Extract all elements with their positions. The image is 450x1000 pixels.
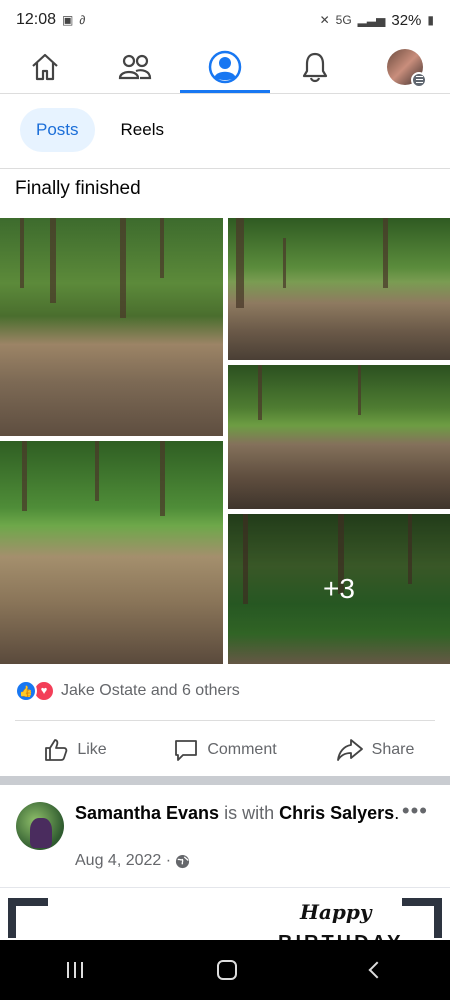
post-actions: Like Comment Share — [0, 728, 450, 772]
signal-icon: ▂▃▅ — [357, 13, 386, 27]
like-label: Like — [77, 741, 107, 758]
status-time: 12:08 — [16, 11, 57, 28]
share-label: Share — [371, 741, 415, 758]
reactions-text: Jake Ostate and 6 others — [61, 682, 240, 699]
comment-icon — [175, 740, 198, 761]
share-button[interactable]: Share — [300, 728, 450, 772]
post-photo-2[interactable] — [228, 218, 450, 360]
post-photo-1[interactable] — [0, 218, 223, 436]
bell-icon — [302, 52, 328, 82]
top-navigation — [0, 40, 450, 94]
share-icon — [336, 739, 363, 761]
post-text: Finally finished — [15, 178, 141, 199]
back-button[interactable] — [368, 961, 386, 979]
post-photo-4[interactable] — [0, 441, 223, 664]
nav-notifications[interactable] — [270, 40, 360, 93]
battery-icon: ▮ — [427, 13, 434, 27]
divider — [15, 720, 435, 721]
post-meta: Aug 4, 2022 · — [75, 852, 190, 870]
tagged-name[interactable]: Chris Salyers — [279, 803, 394, 823]
comment-button[interactable]: Comment — [150, 728, 300, 772]
reactions-summary[interactable]: 👍 ♥ Jake Ostate and 6 others — [15, 680, 240, 702]
post-photo-5[interactable]: +3 — [228, 514, 450, 664]
photo-grid: +3 — [0, 218, 450, 664]
system-nav-bar — [0, 940, 450, 1000]
friends-icon — [118, 54, 152, 79]
mute-icon: ✕ — [319, 13, 330, 27]
nav-home[interactable] — [0, 40, 90, 93]
nav-menu[interactable] — [360, 40, 450, 93]
more-options-button[interactable]: ••• — [402, 798, 428, 824]
post-photo-3[interactable] — [228, 365, 450, 509]
gallery-notification-icon: ▣ — [62, 13, 74, 27]
link-notification-icon: ∂ — [79, 13, 86, 27]
network-type: 5G — [335, 13, 352, 27]
nav-friends[interactable] — [90, 40, 180, 93]
frame-corner-right — [402, 898, 442, 938]
post-separator — [0, 776, 450, 785]
divider — [0, 168, 450, 169]
profile-icon — [208, 50, 242, 83]
tab-reels[interactable]: Reels — [105, 108, 180, 152]
image-text-birthday: BIRTHDAY — [278, 932, 404, 940]
author-name[interactable]: Samantha Evans — [75, 803, 219, 823]
like-button[interactable]: Like — [0, 728, 150, 772]
post-header: Samantha Evans is with Chris Salyers. — [75, 801, 405, 825]
header-period: . — [394, 803, 400, 823]
recents-button[interactable] — [67, 962, 83, 978]
battery-percent: 32% — [391, 11, 422, 29]
globe-icon — [176, 854, 190, 868]
post-2-image[interactable]: Happy BIRTHDAY — [0, 888, 450, 940]
home-icon — [32, 53, 58, 80]
thumbs-up-icon — [45, 739, 68, 761]
tab-posts[interactable]: Posts — [20, 108, 95, 152]
author-avatar[interactable] — [16, 802, 64, 850]
nav-profile[interactable] — [180, 40, 270, 93]
menu-icon — [411, 71, 427, 88]
with-text: is with — [224, 803, 275, 823]
comment-label: Comment — [207, 741, 277, 758]
like-reaction-icon: 👍 — [15, 680, 37, 702]
more-photos-count[interactable]: +3 — [228, 514, 450, 664]
frame-corner-left — [8, 898, 48, 938]
post-date[interactable]: Aug 4, 2022 · — [75, 852, 171, 870]
image-text-happy: Happy — [300, 900, 372, 924]
profile-tabs: Posts Reels — [20, 108, 180, 152]
home-button[interactable] — [217, 960, 237, 980]
menu-avatar — [387, 48, 427, 88]
status-bar: 12:08 ▣ ∂ ✕ 5G ▂▃▅ 32% ▮ — [0, 0, 450, 40]
